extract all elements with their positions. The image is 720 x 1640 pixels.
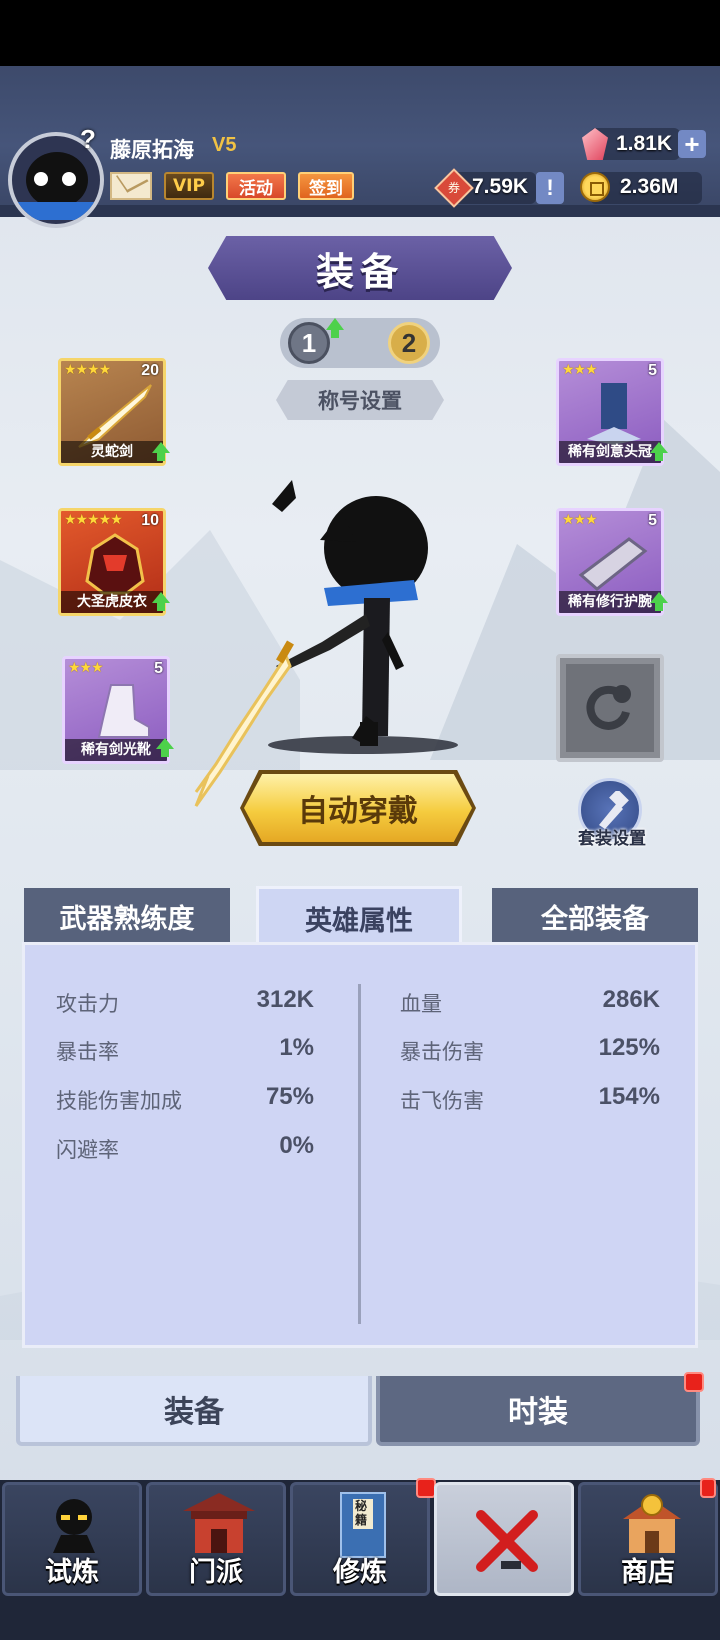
crossed-swords-icon — [476, 1510, 538, 1572]
stat-attack-label: 攻击力 — [56, 992, 119, 1016]
nav-trial[interactable]: 试炼 — [2, 1482, 142, 1596]
boots-name: 稀有剑光靴 — [65, 739, 167, 761]
avatar-scarf — [18, 202, 96, 220]
bracer-upgrade-icon — [650, 592, 668, 612]
nav-sect-label: 门派 — [189, 1557, 243, 1588]
weapon-upgrade-icon — [152, 442, 170, 462]
subtab-costume[interactable]: 时装 — [376, 1376, 700, 1446]
stat-skill-dmg-value: 75% — [265, 1083, 314, 1110]
stat-knockup-label: 击飞伤害 — [400, 1089, 484, 1113]
boots-stars: ★★★ — [68, 660, 104, 676]
armor-icon — [85, 533, 145, 595]
reload-icon — [586, 685, 631, 730]
add-gems-button[interactable]: + — [678, 130, 706, 158]
loadout-page-1[interactable]: 1 — [288, 322, 330, 364]
weapon-name: 灵蛇剑 — [61, 441, 163, 463]
stat-attack-value: 312K — [256, 986, 314, 1013]
set-config-label: 套装设置 — [578, 829, 646, 849]
nav-shop-label: 商店 — [621, 1557, 675, 1588]
nav-sect[interactable]: 门派 — [146, 1482, 286, 1596]
stat-hp-value: 286K — [602, 986, 660, 1013]
loadout-pager: 1 2 — [280, 318, 440, 368]
stat-crit-rate-label: 暴击率 — [56, 1040, 119, 1064]
page-title: 装备 — [208, 236, 512, 300]
temple-icon — [183, 1493, 255, 1553]
helmet-upgrade-icon — [650, 442, 668, 462]
stat-dodge-label: 闪避率 — [56, 1138, 119, 1162]
cultivate-notification-dot — [416, 1478, 436, 1498]
bracer-stars: ★★★ — [562, 512, 598, 528]
top-bar-edge — [0, 205, 720, 217]
gold-coin-icon — [580, 172, 610, 202]
bracer-level: 5 — [648, 512, 657, 529]
nav-shop[interactable]: 商店 — [578, 1482, 718, 1596]
vip-button[interactable]: VIP — [164, 172, 214, 200]
coupon-icon-text: 券 — [447, 181, 460, 195]
tab-hero-stats[interactable]: 英雄属性 — [256, 886, 462, 948]
slot-boots[interactable]: ★★★ 5 稀有剑光靴 — [62, 656, 170, 764]
bracer-icon — [578, 537, 648, 591]
slot-empty[interactable] — [556, 654, 664, 762]
nav-trial-label: 试炼 — [45, 1557, 99, 1588]
mail-icon[interactable] — [110, 172, 152, 200]
stat-crit-dmg-value: 125% — [598, 1034, 660, 1061]
slot-weapon[interactable]: ★★★★ 20 灵蛇剑 — [58, 358, 166, 466]
costume-notification-dot — [684, 1372, 704, 1392]
gold-amount: 2.36M — [620, 175, 679, 198]
weapon-stars: ★★★★ — [64, 362, 111, 378]
nav-equipment-active[interactable] — [434, 1482, 574, 1596]
ninja-icon — [53, 1499, 95, 1553]
title-setting-button[interactable]: 称号设置 — [276, 380, 444, 420]
armor-stars: ★★★★★ — [64, 512, 123, 528]
upgrade-arrow-icon — [326, 318, 344, 338]
help-icon[interactable]: ? — [80, 124, 96, 155]
coupon-info-button[interactable]: ! — [536, 172, 564, 204]
shop-notification-dot — [700, 1478, 716, 1498]
helmet-name: 稀有剑意头冠 — [559, 441, 661, 463]
secret-book-text: 秘籍 — [355, 1499, 368, 1527]
slot-bracer[interactable]: ★★★ 5 稀有修行护腕 — [556, 508, 664, 616]
stat-crit-rate-value: 1% — [279, 1034, 314, 1061]
helmet-icon — [587, 383, 641, 445]
subtab-equipment[interactable]: 装备 — [16, 1376, 372, 1446]
slot-armor[interactable]: ★★★★★ 10 大圣虎皮衣 — [58, 508, 166, 616]
loadout-page-2[interactable]: 2 — [388, 322, 430, 364]
stat-hp-label: 血量 — [400, 992, 442, 1016]
stat-skill-dmg-label: 技能伤害加成 — [56, 1089, 182, 1113]
player-name: 藤原拓海 — [110, 138, 194, 162]
stat-knockup-value: 154% — [598, 1083, 660, 1110]
nav-cultivate-label: 修炼 — [333, 1557, 387, 1588]
tab-weapon-mastery[interactable]: 武器熟练度 — [24, 888, 230, 944]
stat-crit-dmg-label: 暴击伤害 — [400, 1040, 484, 1064]
gems-amount: 1.81K — [616, 132, 673, 155]
coupon-amount: 7.59K — [472, 175, 529, 198]
auto-equip-button[interactable]: 自动穿戴 — [244, 774, 472, 842]
slot-helmet[interactable]: ★★★ 5 稀有剑意头冠 — [556, 358, 664, 466]
boots-icon — [97, 684, 150, 738]
weapon-level: 20 — [141, 362, 159, 379]
stats-divider — [358, 984, 361, 1324]
helmet-stars: ★★★ — [562, 362, 598, 378]
stickman-hero — [194, 480, 428, 807]
signin-button[interactable]: 签到 — [298, 172, 354, 200]
avatar-eye-left — [34, 172, 48, 186]
shop-icon — [623, 1494, 681, 1553]
vip-level: V5 — [212, 134, 237, 156]
avatar-eye-right — [62, 172, 76, 186]
bracer-name: 稀有修行护腕 — [559, 591, 661, 613]
armor-name: 大圣虎皮衣 — [61, 591, 163, 613]
events-button[interactable]: 活动 — [226, 172, 286, 200]
tab-all-equipment[interactable]: 全部装备 — [492, 888, 698, 944]
helmet-level: 5 — [648, 362, 657, 379]
nav-cultivate[interactable]: 秘籍 修炼 — [290, 1482, 430, 1596]
stat-dodge-value: 0% — [279, 1132, 314, 1159]
